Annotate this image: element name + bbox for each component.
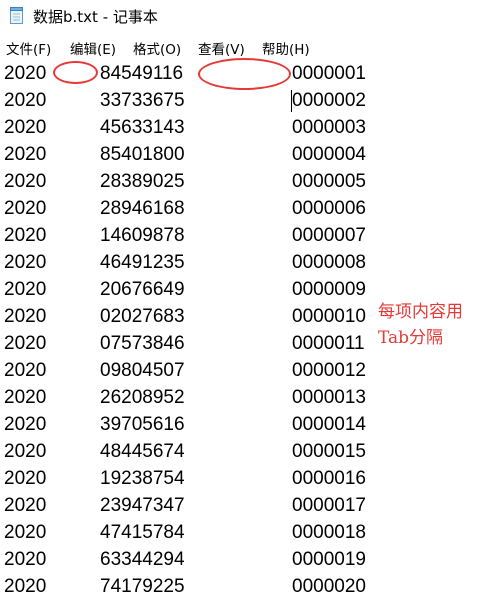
number-cell: 46491235 xyxy=(100,252,185,273)
text-line: 2020 09804507 0000012 xyxy=(0,357,489,384)
id-cell: 0000016 xyxy=(292,468,366,489)
title-bar[interactable]: 数据b.txt - 记事本 xyxy=(0,0,489,33)
year-cell: 2020 xyxy=(4,414,47,435)
id-cell: 0000005 xyxy=(292,171,366,192)
tab-highlight-circle xyxy=(198,58,291,90)
id-cell: 0000009 xyxy=(292,279,366,300)
text-line: 2020 85401800 0000004 xyxy=(0,141,489,168)
year-cell: 2020 xyxy=(4,522,47,543)
number-cell: 39705616 xyxy=(100,414,185,435)
id-cell: 0000003 xyxy=(292,117,366,138)
number-cell: 28389025 xyxy=(100,171,185,192)
menu-file[interactable]: 文件(F) xyxy=(6,38,51,58)
number-cell: 84549116 xyxy=(100,63,184,84)
text-line: 2020 28389025 0000005 xyxy=(0,168,489,195)
id-cell: 0000002 xyxy=(292,90,366,111)
year-cell: 2020 xyxy=(4,252,47,273)
notepad-icon xyxy=(10,7,24,24)
year-cell: 2020 xyxy=(4,198,47,219)
id-cell: 0000001 xyxy=(292,63,366,84)
tab-highlight-circle xyxy=(53,61,98,84)
text-line: 2020 47415784 0000018 xyxy=(0,519,489,546)
id-cell: 0000020 xyxy=(292,576,366,595)
year-cell: 2020 xyxy=(4,306,47,327)
id-cell: 0000017 xyxy=(292,495,366,516)
id-cell: 0000013 xyxy=(292,387,366,408)
number-cell: 74179225 xyxy=(100,576,185,595)
id-cell: 0000007 xyxy=(292,225,366,246)
year-cell: 2020 xyxy=(4,576,47,595)
text-caret xyxy=(291,90,292,112)
menu-help[interactable]: 帮助(H) xyxy=(262,38,310,58)
year-cell: 2020 xyxy=(4,171,47,192)
year-cell: 2020 xyxy=(4,441,47,462)
id-cell: 0000008 xyxy=(292,252,366,273)
year-cell: 2020 xyxy=(4,495,47,516)
number-cell: 20676649 xyxy=(100,279,185,300)
number-cell: 47415784 xyxy=(100,522,185,543)
menu-format[interactable]: 格式(O) xyxy=(133,38,181,58)
id-cell: 0000015 xyxy=(292,441,366,462)
year-cell: 2020 xyxy=(4,468,47,489)
id-cell: 0000018 xyxy=(292,522,366,543)
id-cell: 0000006 xyxy=(292,198,366,219)
year-cell: 2020 xyxy=(4,279,47,300)
text-line: 2020 28946168 0000006 xyxy=(0,195,489,222)
year-cell: 2020 xyxy=(4,333,47,354)
number-cell: 33733675 xyxy=(100,90,185,111)
text-line: 2020 19238754 0000016 xyxy=(0,465,489,492)
text-line: 2020 46491235 0000008 xyxy=(0,249,489,276)
year-cell: 2020 xyxy=(4,387,47,408)
text-line: 2020 26208952 0000013 xyxy=(0,384,489,411)
text-line: 2020 14609878 0000007 xyxy=(0,222,489,249)
id-cell: 0000014 xyxy=(292,414,366,435)
year-cell: 2020 xyxy=(4,360,47,381)
id-cell: 0000011 xyxy=(292,333,365,354)
id-cell: 0000012 xyxy=(292,360,366,381)
id-cell: 0000010 xyxy=(292,306,366,327)
year-cell: 2020 xyxy=(4,90,47,111)
number-cell: 23947347 xyxy=(100,495,185,516)
year-cell: 2020 xyxy=(4,144,47,165)
text-line: 2020 74179225 0000020 xyxy=(0,573,489,595)
number-cell: 63344294 xyxy=(100,549,185,570)
text-line: 2020 63344294 0000019 xyxy=(0,546,489,573)
number-cell: 19238754 xyxy=(100,468,185,489)
year-cell: 2020 xyxy=(4,549,47,570)
menu-view[interactable]: 查看(V) xyxy=(198,38,245,58)
text-line: 2020 39705616 0000014 xyxy=(0,411,489,438)
id-cell: 0000004 xyxy=(292,144,366,165)
number-cell: 14609878 xyxy=(100,225,185,246)
text-line: 2020 23947347 0000017 xyxy=(0,492,489,519)
text-line: 2020 33733675 0000002 xyxy=(0,87,489,114)
number-cell: 85401800 xyxy=(100,144,185,165)
year-cell: 2020 xyxy=(4,117,47,138)
number-cell: 28946168 xyxy=(100,198,185,219)
menu-bar: 文件(F) 编辑(E) 格式(O) 查看(V) 帮助(H) xyxy=(0,34,489,58)
number-cell: 45633143 xyxy=(100,117,185,138)
window-title: 数据b.txt - 记事本 xyxy=(33,8,158,26)
menu-edit[interactable]: 编辑(E) xyxy=(70,38,116,58)
year-cell: 2020 xyxy=(4,225,47,246)
number-cell: 07573846 xyxy=(100,333,185,354)
number-cell: 02027683 xyxy=(100,306,185,327)
text-line: 2020 48445674 0000015 xyxy=(0,438,489,465)
text-line: 2020 45633143 0000003 xyxy=(0,114,489,141)
id-cell: 0000019 xyxy=(292,549,366,570)
number-cell: 09804507 xyxy=(100,360,185,381)
annotation-text: 每项内容用 xyxy=(378,302,463,322)
number-cell: 48445674 xyxy=(100,441,185,462)
number-cell: 26208952 xyxy=(100,387,185,408)
year-cell: 2020 xyxy=(4,63,47,84)
annotation-text: Tab分隔 xyxy=(378,328,444,348)
